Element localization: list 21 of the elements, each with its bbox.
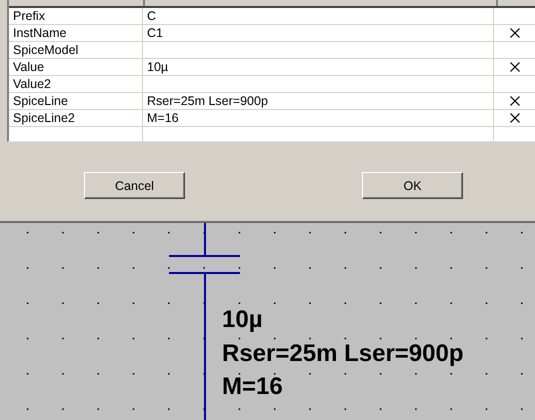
check-cross-icon[interactable] — [510, 62, 520, 72]
component-label[interactable]: M=16 — [222, 370, 283, 404]
check-cross-icon[interactable] — [510, 96, 520, 106]
attribute-value-cell: M=16 — [143, 110, 494, 126]
attribute-name-cell: Value — [9, 59, 143, 75]
attribute-value-cell: C — [143, 8, 494, 24]
component-label[interactable]: 10µ — [222, 303, 263, 336]
attribute-name-cell: Value2 — [9, 76, 143, 92]
attribute-name-cell: SpiceModel — [9, 42, 143, 58]
component-label[interactable]: Rser=25m Lser=900p — [222, 336, 464, 370]
check-cross-icon[interactable] — [510, 113, 520, 123]
attribute-name-cell: InstName — [9, 25, 143, 41]
attribute-value-cell: 10µ — [143, 59, 494, 75]
cancel-button[interactable]: Cancel — [84, 172, 185, 199]
attribute-name-cell: SpiceLine — [9, 93, 143, 109]
attribute-value-cell: Rser=25m Lser=900p — [143, 93, 494, 109]
attribute-name-cell: Prefix — [9, 8, 143, 24]
check-cross-icon[interactable] — [510, 28, 520, 38]
attribute-value-cell: C1 — [143, 25, 494, 41]
attribute-name-cell: SpiceLine2 — [9, 110, 143, 126]
ok-button[interactable]: OK — [362, 172, 463, 199]
